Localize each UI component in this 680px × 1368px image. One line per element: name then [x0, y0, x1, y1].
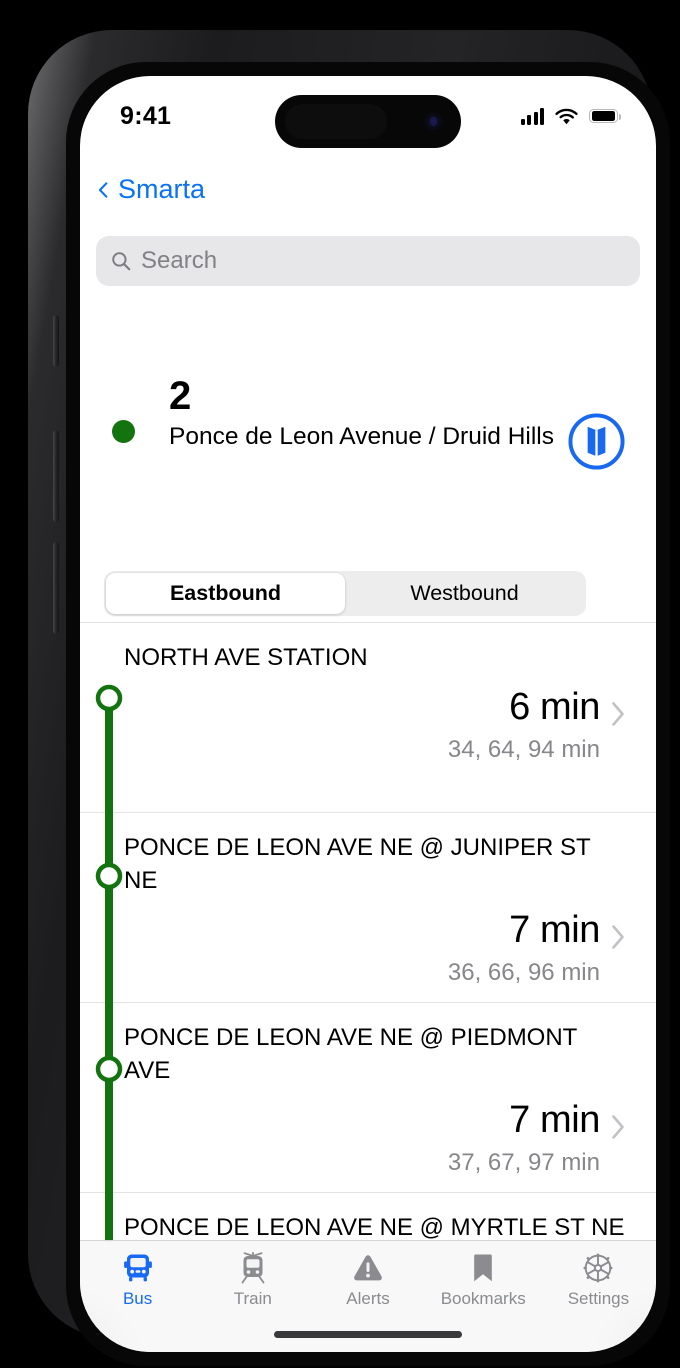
tab-label: Settings [567, 1289, 630, 1308]
search-bar[interactable] [96, 236, 640, 286]
tab-label: Bus [122, 1289, 153, 1308]
stop-arrival-block: 7 min 37, 67, 97 min [124, 1101, 626, 1177]
front-camera-icon [423, 111, 444, 132]
stop-name: PONCE DE LEON AVE NE @ MYRTLE ST NE [124, 1214, 625, 1241]
stop-name: PONCE DE LEON AVE NE @ PIEDMONT AVE [124, 1024, 577, 1085]
stop-arrival-texts: 7 min 37, 67, 97 min [447, 1099, 601, 1177]
tab-settings[interactable]: Settings [541, 1251, 656, 1309]
stop-arrival-texts: 7 min 36, 66, 96 min [447, 909, 601, 987]
stop-name: NORTH AVE STATION [124, 644, 368, 671]
chevron-right-icon [612, 925, 624, 950]
stop-name: PONCE DE LEON AVE NE @ JUNIPER ST NE [124, 834, 591, 895]
action-button[interactable] [53, 315, 59, 367]
volume-down-button[interactable] [53, 542, 59, 634]
phone-frame: 9:41 Smarta Search 2 Ponce de Leon Avenu… [28, 30, 670, 1366]
status-icons [520, 107, 621, 125]
segment-westbound[interactable]: Westbound [345, 573, 584, 614]
back-button-label: Smarta [118, 174, 206, 204]
train-icon [241, 1252, 265, 1284]
stop-eta: 7 min [509, 909, 600, 952]
navigation-bar: Smarta [80, 174, 656, 222]
chevron-right-icon [612, 702, 624, 726]
tab-label: Train [233, 1289, 272, 1308]
tab-train[interactable]: Train [195, 1251, 310, 1309]
tab-label: Bookmarks [440, 1289, 526, 1308]
cellular-bars-icon [520, 107, 544, 125]
stop-arrival-block: 6 min 34, 64, 94 min [124, 688, 626, 764]
bookmark-icon [474, 1254, 493, 1282]
route-color-dot [112, 420, 135, 443]
search-section [96, 236, 640, 286]
dynamic-island-pill [285, 104, 387, 139]
route-header: 2 Ponce de Leon Avenue / Druid Hills [80, 376, 656, 471]
stop-upcoming-times: 36, 66, 96 min [447, 959, 600, 987]
home-indicator[interactable] [274, 1331, 462, 1338]
stop-eta: 6 min [509, 686, 600, 729]
route-name: Ponce de Leon Avenue / Druid Hills [169, 422, 554, 450]
dynamic-island [275, 95, 461, 148]
table-row[interactable]: PONCE DE LEON AVE NE @ JUNIPER ST NE 7 m… [80, 812, 656, 1002]
status-time: 9:41 [120, 101, 172, 130]
stop-upcoming-times: 34, 64, 94 min [447, 736, 600, 764]
table-row[interactable]: PONCE DE LEON AVE NE @ MYRTLE ST NE [80, 1192, 656, 1242]
gear-icon [584, 1253, 613, 1283]
wifi-icon [555, 108, 578, 124]
magnifying-glass-icon [112, 252, 131, 271]
stop-upcoming-times: 37, 67, 97 min [447, 1149, 600, 1177]
tab-bus[interactable]: Bus [80, 1251, 195, 1309]
tab-bookmarks[interactable]: Bookmarks [426, 1251, 541, 1309]
volume-up-button[interactable] [53, 430, 59, 522]
map-button[interactable] [567, 412, 626, 471]
segment-eastbound[interactable]: Eastbound [106, 573, 345, 614]
stop-arrival-texts: 6 min 34, 64, 94 min [447, 686, 601, 764]
tab-alerts[interactable]: Alerts [310, 1251, 425, 1309]
table-row[interactable]: NORTH AVE STATION 6 min 34, 64, 94 min [80, 622, 656, 812]
chevron-right-icon [612, 1115, 624, 1140]
back-button[interactable]: Smarta [95, 174, 205, 205]
chevron-left-icon [98, 181, 108, 198]
route-number: 2 [169, 374, 191, 418]
stop-eta: 7 min [509, 1099, 600, 1142]
tab-label: Alerts [346, 1289, 390, 1308]
battery-full-icon [589, 108, 621, 124]
phone-screen: 9:41 Smarta Search 2 Ponce de Leon Avenu… [80, 76, 656, 1352]
stop-arrival-block: 7 min 36, 66, 96 min [124, 911, 626, 987]
search-input[interactable] [141, 247, 625, 275]
stops-list[interactable]: NORTH AVE STATION 6 min 34, 64, 94 min P… [80, 622, 656, 1242]
bus-icon [123, 1254, 152, 1282]
warning-triangle-icon [354, 1255, 382, 1281]
table-row[interactable]: PONCE DE LEON AVE NE @ PIEDMONT AVE 7 mi… [80, 1002, 656, 1192]
direction-segmented-control[interactable]: Eastbound Westbound [104, 571, 586, 616]
route-text-block: 2 Ponce de Leon Avenue / Druid Hills [135, 376, 567, 453]
